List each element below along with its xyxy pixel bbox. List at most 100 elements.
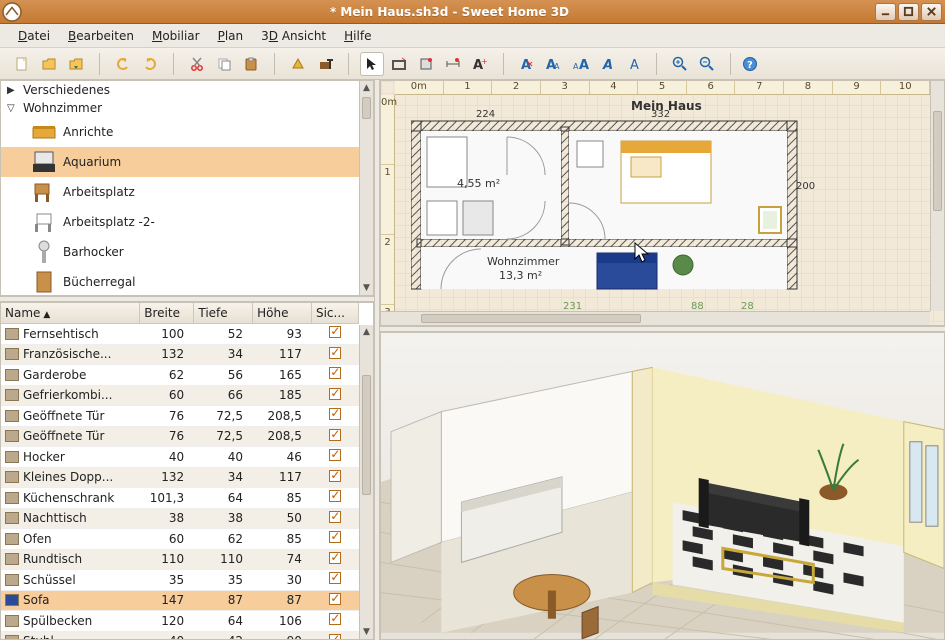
catalog-category[interactable]: ▶Verschiedenes (1, 81, 373, 99)
plan-horizontal-scrollbar[interactable] (381, 311, 930, 325)
save-file-icon[interactable] (64, 52, 88, 76)
copy-icon[interactable] (212, 52, 236, 76)
visible-checkbox[interactable] (329, 429, 341, 441)
col-height[interactable]: Höhe (253, 303, 312, 324)
text-bigger-icon[interactable]: AA (542, 52, 566, 76)
table-row[interactable]: Fernsehtisch1005293 (1, 324, 359, 345)
menu-file[interactable]: Datei (10, 26, 58, 46)
create-rooms-icon[interactable] (414, 52, 438, 76)
svg-text:+: + (481, 57, 488, 66)
redo-icon[interactable] (138, 52, 162, 76)
table-row[interactable]: Kleines Dopp...13234117 (1, 468, 359, 489)
furniture-scrollbar[interactable]: ▲▼ (359, 325, 373, 639)
add-furniture-icon[interactable] (286, 52, 310, 76)
text-italic-icon[interactable]: A (596, 52, 620, 76)
col-depth[interactable]: Tiefe (194, 303, 253, 324)
catalog-item[interactable]: Arbeitsplatz (1, 177, 373, 207)
table-row[interactable]: Spülbecken12064106 (1, 611, 359, 632)
furniture-thumb-icon (31, 270, 57, 294)
select-tool-icon[interactable] (360, 52, 384, 76)
catalog-item[interactable]: Barhocker (1, 237, 373, 267)
catalog-category[interactable]: ▽Wohnzimmer (1, 99, 373, 117)
visible-checkbox[interactable] (329, 593, 341, 605)
maximize-button[interactable] (898, 3, 919, 21)
text-bold-icon[interactable]: A (515, 52, 539, 76)
table-row[interactable]: Nachttisch383850 (1, 509, 359, 530)
visible-checkbox[interactable] (329, 367, 341, 379)
table-row[interactable]: Schüssel353530 (1, 570, 359, 591)
new-file-icon[interactable] (10, 52, 34, 76)
catalog-item[interactable]: Bücherregal (1, 267, 373, 296)
menu-edit[interactable]: Bearbeiten (60, 26, 142, 46)
svg-text:A: A (602, 58, 613, 72)
main-toolbar: A+ A AA AA A A ? (0, 48, 945, 80)
visible-checkbox[interactable] (329, 572, 341, 584)
furniture-row-icon (5, 574, 19, 586)
col-name[interactable]: Name▲ (1, 303, 140, 324)
visible-checkbox[interactable] (329, 388, 341, 400)
cut-icon[interactable] (185, 52, 209, 76)
visible-checkbox[interactable] (329, 326, 341, 338)
table-row[interactable]: Garderobe6256165 (1, 365, 359, 386)
table-row[interactable]: Gefrierkombi...6066185 (1, 386, 359, 407)
table-row[interactable]: Französische...13234117 (1, 345, 359, 366)
col-visible[interactable]: Sic... (311, 303, 358, 324)
table-row[interactable]: Geöffnete Tür7672,5208,5 (1, 406, 359, 427)
table-row[interactable]: Stuhl404290 (1, 632, 359, 640)
row-depth: 72,5 (194, 427, 253, 447)
furniture-thumb-icon (31, 240, 57, 264)
text-smaller-icon[interactable]: AA (569, 52, 593, 76)
visible-checkbox[interactable] (329, 552, 341, 564)
catalog-item[interactable]: Arbeitsplatz -2- (1, 207, 373, 237)
visible-checkbox[interactable] (329, 531, 341, 543)
table-row[interactable]: Küchenschrank101,36485 (1, 488, 359, 509)
table-row[interactable]: Ofen606285 (1, 529, 359, 550)
menu-plan[interactable]: Plan (210, 26, 252, 46)
catalog-scrollbar[interactable]: ▲▼ (359, 81, 373, 295)
menu-help[interactable]: Hilfe (336, 26, 379, 46)
import-furniture-icon[interactable] (313, 52, 337, 76)
category-label: Wohnzimmer (23, 101, 102, 115)
visible-checkbox[interactable] (329, 347, 341, 359)
menu-furniture[interactable]: Mobiliar (144, 26, 208, 46)
row-depth: 52 (194, 324, 253, 344)
table-row[interactable]: Rundtisch11011074 (1, 550, 359, 571)
furniture-thumb-icon (31, 120, 57, 144)
col-width[interactable]: Breite (140, 303, 194, 324)
text-normal-icon[interactable]: A (623, 52, 647, 76)
menu-3d-view[interactable]: 3D Ansicht (253, 26, 334, 46)
catalog-item[interactable]: Aquarium (1, 147, 373, 177)
furniture-catalog-tree[interactable]: ▶Verschiedenes ▽Wohnzimmer Anrichte Aqua… (0, 80, 374, 296)
row-height: 117 (253, 345, 312, 365)
create-walls-icon[interactable] (387, 52, 411, 76)
zoom-in-icon[interactable] (668, 52, 692, 76)
create-text-icon[interactable]: A+ (468, 52, 492, 76)
furniture-list-table[interactable]: Name▲ Breite Tiefe Höhe Sic... Fernsehti… (0, 302, 374, 640)
table-row[interactable]: Geöffnete Tür7672,5208,5 (1, 427, 359, 448)
plan-2d-view[interactable]: 0m12345678910 0m123 Mein Haus 224 332 20… (380, 80, 945, 326)
visible-checkbox[interactable] (329, 449, 341, 461)
paste-icon[interactable] (239, 52, 263, 76)
visible-checkbox[interactable] (329, 408, 341, 420)
help-icon[interactable]: ? (738, 52, 762, 76)
row-width: 62 (140, 365, 194, 385)
visible-checkbox[interactable] (329, 634, 341, 640)
open-file-icon[interactable] (37, 52, 61, 76)
floor-plan-drawing[interactable]: 4,55 m² Wohnzimmer 13,3 m² (411, 115, 831, 315)
view-3d[interactable] (380, 332, 945, 640)
catalog-item[interactable]: Anrichte (1, 117, 373, 147)
visible-checkbox[interactable] (329, 511, 341, 523)
visible-checkbox[interactable] (329, 490, 341, 502)
create-dimensions-icon[interactable] (441, 52, 465, 76)
row-depth: 62 (194, 529, 253, 549)
table-row[interactable]: Sofa1478787 (1, 591, 359, 612)
zoom-out-icon[interactable] (695, 52, 719, 76)
row-height: 106 (253, 611, 312, 631)
undo-icon[interactable] (111, 52, 135, 76)
table-row[interactable]: Hocker404046 (1, 447, 359, 468)
close-button[interactable] (921, 3, 942, 21)
minimize-button[interactable] (875, 3, 896, 21)
plan-vertical-scrollbar[interactable] (930, 81, 944, 311)
visible-checkbox[interactable] (329, 613, 341, 625)
visible-checkbox[interactable] (329, 470, 341, 482)
